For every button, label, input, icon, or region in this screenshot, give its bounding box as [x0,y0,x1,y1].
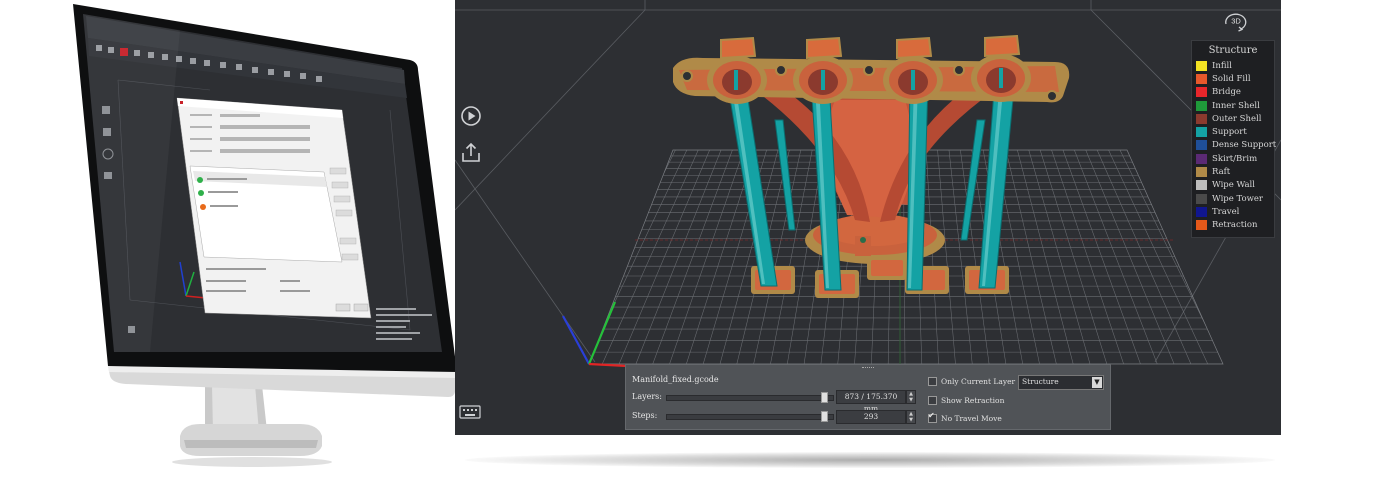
legend-swatch [1196,113,1207,124]
legend-label: Skirt/Brim [1212,153,1258,164]
decrement-icon[interactable]: ▼ [907,417,915,423]
monitor-illustration [0,0,460,479]
legend-label: Raft [1212,167,1231,178]
layers-spin-buttons[interactable]: ▲ ▼ [906,390,916,404]
legend-item: Wipe Tower [1192,192,1274,205]
steps-label: Steps: [632,411,658,420]
steps-slider[interactable] [666,411,834,422]
legend-swatch [1196,206,1207,217]
keyboard-icon [459,405,481,419]
legend-swatch [1196,140,1207,151]
legend-swatch [1196,180,1207,191]
show-retraction-checkbox[interactable]: Show Retraction [928,396,1004,405]
layer-control-panel: Manifold_fixed.gcode Layers: 873 / 175.3… [625,364,1111,430]
export-button[interactable] [458,139,484,165]
legend-item: Raft [1192,165,1274,178]
app-drop-shadow [465,452,1275,468]
legend-item: Bridge [1192,86,1274,99]
legend-swatch [1196,167,1207,178]
layers-slider[interactable] [666,392,834,403]
legend-item: Skirt/Brim [1192,152,1274,165]
legend-swatch [1196,193,1207,204]
legend-label: Inner Shell [1212,100,1260,111]
legend-label: Support [1212,127,1247,138]
steps-slider-thumb[interactable] [820,411,828,422]
legend-swatch [1196,60,1207,71]
checkbox-box[interactable] [928,377,937,386]
legend-item: Travel [1192,205,1274,218]
decrement-icon[interactable]: ▼ [907,397,915,403]
legend-label: Wipe Wall [1212,180,1255,191]
show-retraction-label: Show Retraction [941,396,1005,405]
panel-drag-handle[interactable] [862,367,874,371]
share-icon [462,142,480,162]
legend-label: Solid Fill [1212,73,1251,84]
no-travel-move-label: No Travel Move [941,414,1002,423]
legend-label: Dense Support [1212,140,1277,151]
legend-item: Solid Fill [1192,72,1274,85]
layers-slider-thumb[interactable] [820,392,828,403]
chevron-down-icon[interactable]: ▼ [1092,377,1102,388]
view-mode-select[interactable]: Structure ▼ [1018,375,1104,390]
legend-item: Dense Support [1192,139,1277,152]
legend-label: Bridge [1212,87,1241,98]
legend-label: Travel [1212,206,1240,217]
legend-item: Inner Shell [1192,99,1274,112]
file-name: Manifold_fixed.gcode [632,375,719,384]
layers-label: Layers: [632,392,662,401]
no-travel-move-checkbox[interactable]: No Travel Move [928,411,1002,423]
legend-swatch [1196,73,1207,84]
legend-item: Wipe Wall [1192,179,1274,192]
legend-swatch [1196,220,1207,231]
view-mode-value: Structure [1022,377,1059,386]
only-current-layer-checkbox[interactable]: Only Current Layer [928,377,1015,386]
play-button[interactable] [458,103,484,129]
legend-title: Structure [1208,45,1258,56]
view-mode-badge: 3D [1231,17,1241,26]
legend-item: Support [1192,125,1274,138]
legend-label: Retraction [1212,220,1258,231]
rotate-3d-icon: 3D [1225,13,1247,32]
legend-item: Retraction [1192,219,1274,232]
legend-label: Wipe Tower [1212,193,1263,204]
legend-swatch [1196,127,1207,138]
structure-legend: Structure Infill Solid Fill Bridge Inner Sh… [1191,40,1277,238]
legend-item: Infill [1192,59,1274,72]
only-current-layer-label: Only Current Layer [941,377,1016,386]
legend-swatch [1196,153,1207,164]
legend-label: Infill [1212,60,1232,71]
legend-swatch [1196,100,1207,111]
legend-label: Outer Shell [1212,113,1262,124]
keyboard-shortcuts-button[interactable] [459,404,481,420]
steps-value-input[interactable]: 293 [836,410,906,424]
gcode-viewer: 3D Structure Infill Solid Fill Bridge Inner… [455,0,1281,435]
legend-swatch [1196,87,1207,98]
legend-item: Outer Shell [1192,112,1274,125]
view-3d-button[interactable]: 3D [1221,8,1251,34]
checkbox-box[interactable] [928,411,937,423]
play-icon [461,106,481,126]
checkbox-box[interactable] [928,396,937,405]
steps-spin-buttons[interactable]: ▲ ▼ [906,410,916,424]
layers-value-input[interactable]: 873 / 175.370 mm [836,390,906,413]
